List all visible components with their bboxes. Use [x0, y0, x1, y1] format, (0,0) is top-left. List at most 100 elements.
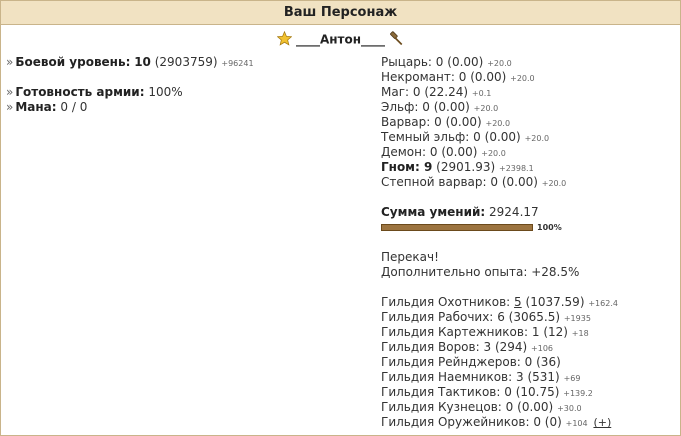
guild-row-points: (294)	[494, 340, 528, 354]
faction-row-name: Маг:	[381, 85, 410, 99]
guild-row: Гильдия Рабочих: 6 (3065.5) +1935	[381, 310, 676, 325]
army-readiness-row: » Готовность армии: 100%	[6, 85, 183, 99]
faction-row: Некромант: 0 (0.00) +20.0	[381, 70, 676, 85]
faction-row: Варвар: 0 (0.00) +20.0	[381, 115, 676, 130]
faction-row-points: (0.00)	[433, 100, 470, 114]
bullet-icon: »	[6, 100, 14, 114]
guild-row-level: 6	[497, 310, 505, 324]
panel-content: ____Антон____ » Боевой уровень: 10 (29037…	[1, 25, 680, 435]
faction-row-points: (2901.93)	[436, 160, 496, 174]
guild-row-points: (12)	[543, 325, 568, 339]
guild-row-name: Гильдия Кузнецов:	[381, 400, 502, 414]
hammer-icon	[389, 31, 404, 49]
add-guild-button[interactable]: (+)	[593, 415, 611, 430]
guild-row: Гильдия Картежников: 1 (12) +18	[381, 325, 676, 340]
faction-row-points: (0.00)	[447, 55, 484, 69]
skills-progress-bar	[381, 224, 533, 231]
overexp-line2: Дополнительно опыта: +28.5%	[381, 265, 580, 279]
faction-row: Темный эльф: 0 (0.00) +20.0	[381, 130, 676, 145]
character-name-line: ____Антон____	[1, 30, 680, 49]
guild-row-level: 0	[533, 415, 541, 429]
guild-row-delta: +139.2	[563, 389, 593, 398]
skills-progress-fill	[382, 225, 532, 230]
bullet-icon: »	[6, 55, 14, 69]
guild-row-name: Гильдия Тактиков:	[381, 385, 501, 399]
bullet-icon: »	[6, 85, 14, 99]
panel-title: Ваш Персонаж	[283, 5, 398, 20]
guild-row: Гильдия Воров: 3 (294) +106	[381, 340, 676, 355]
combat-exp-delta: +96241	[221, 59, 254, 68]
faction-row: Гном: 9 (2901.93) +2398.1	[381, 160, 676, 175]
faction-row-delta: +20.0	[481, 149, 506, 158]
character-name[interactable]: ____Антон____	[296, 33, 385, 47]
faction-row: Демон: 0 (0.00) +20.0	[381, 145, 676, 160]
faction-row-level: 0	[434, 115, 442, 129]
faction-row-delta: +20.0	[487, 59, 512, 68]
faction-row-name: Эльф:	[381, 100, 419, 114]
faction-row-level: 0	[473, 130, 481, 144]
guild-row-name: Гильдия Наемников:	[381, 370, 513, 384]
skills-progress: 100%	[381, 220, 676, 235]
skills-row: Сумма умений: 2924.17	[381, 205, 539, 219]
faction-row-delta: +20.0	[541, 179, 567, 188]
guild-row-delta: +104	[565, 419, 588, 428]
faction-row-delta: +20.0	[510, 74, 535, 83]
faction-row-level: 0	[490, 175, 498, 189]
faction-row-points: (0.00)	[445, 115, 482, 129]
guild-row-points: (3065.5)	[508, 310, 561, 324]
guild-row-name: Гильдия Охотников:	[381, 295, 511, 309]
faction-row-points: (22.24)	[424, 85, 469, 99]
guild-row-level[interactable]: 5	[514, 295, 522, 309]
faction-row-points: (0.00)	[484, 130, 521, 144]
faction-stats: Рыцарь: 0 (0.00) +20.0 Некромант: 0 (0.00…	[381, 55, 676, 430]
faction-row: Рыцарь: 0 (0.00) +20.0	[381, 55, 676, 70]
faction-row-points: (0.00)	[441, 145, 478, 159]
faction-row-delta: +20.0	[473, 104, 499, 113]
guild-row-name: Гильдия Воров:	[381, 340, 480, 354]
combat-level-value: 10	[134, 55, 151, 69]
panel-header: Ваш Персонаж	[1, 1, 680, 25]
faction-row-level: 0	[458, 70, 467, 84]
guild-row-name: Гильдия Картежников:	[381, 325, 529, 339]
guild-row-name: Гильдия Оружейников:	[381, 415, 530, 429]
guild-list: Гильдия Охотников: 5 (1037.59) +162.4 Гил…	[381, 295, 676, 430]
faction-row-name: Темный эльф:	[381, 130, 470, 144]
guild-row: Гильдия Тактиков: 0 (10.75) +139.2	[381, 385, 676, 400]
army-readiness-value: 100%	[148, 85, 183, 99]
faction-row-points: (0.00)	[501, 175, 538, 189]
faction-row: Маг: 0 (22.24) +0.1	[381, 85, 676, 100]
guild-row: Гильдия Оружейников: 0 (0) +104 (+)	[381, 415, 676, 430]
faction-row-delta: +20.0	[485, 119, 511, 128]
combat-exp: (2903759)	[154, 55, 218, 69]
faction-row: Степной варвар: 0 (0.00) +20.0	[381, 175, 676, 190]
guild-row: Гильдия Охотников: 5 (1037.59) +162.4	[381, 295, 676, 310]
combat-stats: » Боевой уровень: 10 (2903759) +96241 » Го…	[6, 55, 376, 115]
guild-row-delta: +162.4	[588, 299, 618, 308]
faction-row-name: Степной варвар:	[381, 175, 487, 189]
guild-row: Гильдия Наемников: 3 (531) +69	[381, 370, 676, 385]
guild-row: Гильдия Рейнджеров: 0 (36)	[381, 355, 676, 370]
faction-row-level: 0	[435, 55, 444, 69]
faction-row-level: 0	[429, 145, 438, 159]
faction-list: Рыцарь: 0 (0.00) +20.0 Некромант: 0 (0.00…	[381, 55, 676, 190]
guild-row-points: (531)	[527, 370, 560, 384]
combat-level-row: » Боевой уровень: 10 (2903759) +96241	[6, 55, 254, 69]
mana-row: » Мана: 0 / 0	[6, 100, 88, 114]
guild-row-points: (0)	[544, 415, 562, 429]
character-panel: Ваш Персонаж ____Антон____ » Боевой урове…	[0, 0, 681, 436]
skills-value: 2924.17	[489, 205, 539, 219]
guild-row-level: 1	[531, 325, 540, 339]
guild-row-points: (10.75)	[515, 385, 560, 399]
guild-row-delta: +69	[563, 374, 581, 383]
skills-progress-label: 100%	[537, 223, 562, 232]
overexp-line1: Перекач!	[381, 250, 439, 264]
faction-row-name: Варвар:	[381, 115, 431, 129]
guild-row-points: (1037.59)	[525, 295, 585, 309]
guild-row-level: 3	[483, 340, 492, 354]
mana-value: 0 / 0	[60, 100, 88, 114]
faction-row-delta: +0.1	[471, 89, 492, 98]
guild-row-points: (36)	[536, 355, 561, 369]
guild-row-delta: +30.0	[557, 404, 582, 413]
guild-row: Гильдия Кузнецов: 0 (0.00) +30.0	[381, 400, 676, 415]
guild-row-delta: +18	[571, 329, 589, 338]
